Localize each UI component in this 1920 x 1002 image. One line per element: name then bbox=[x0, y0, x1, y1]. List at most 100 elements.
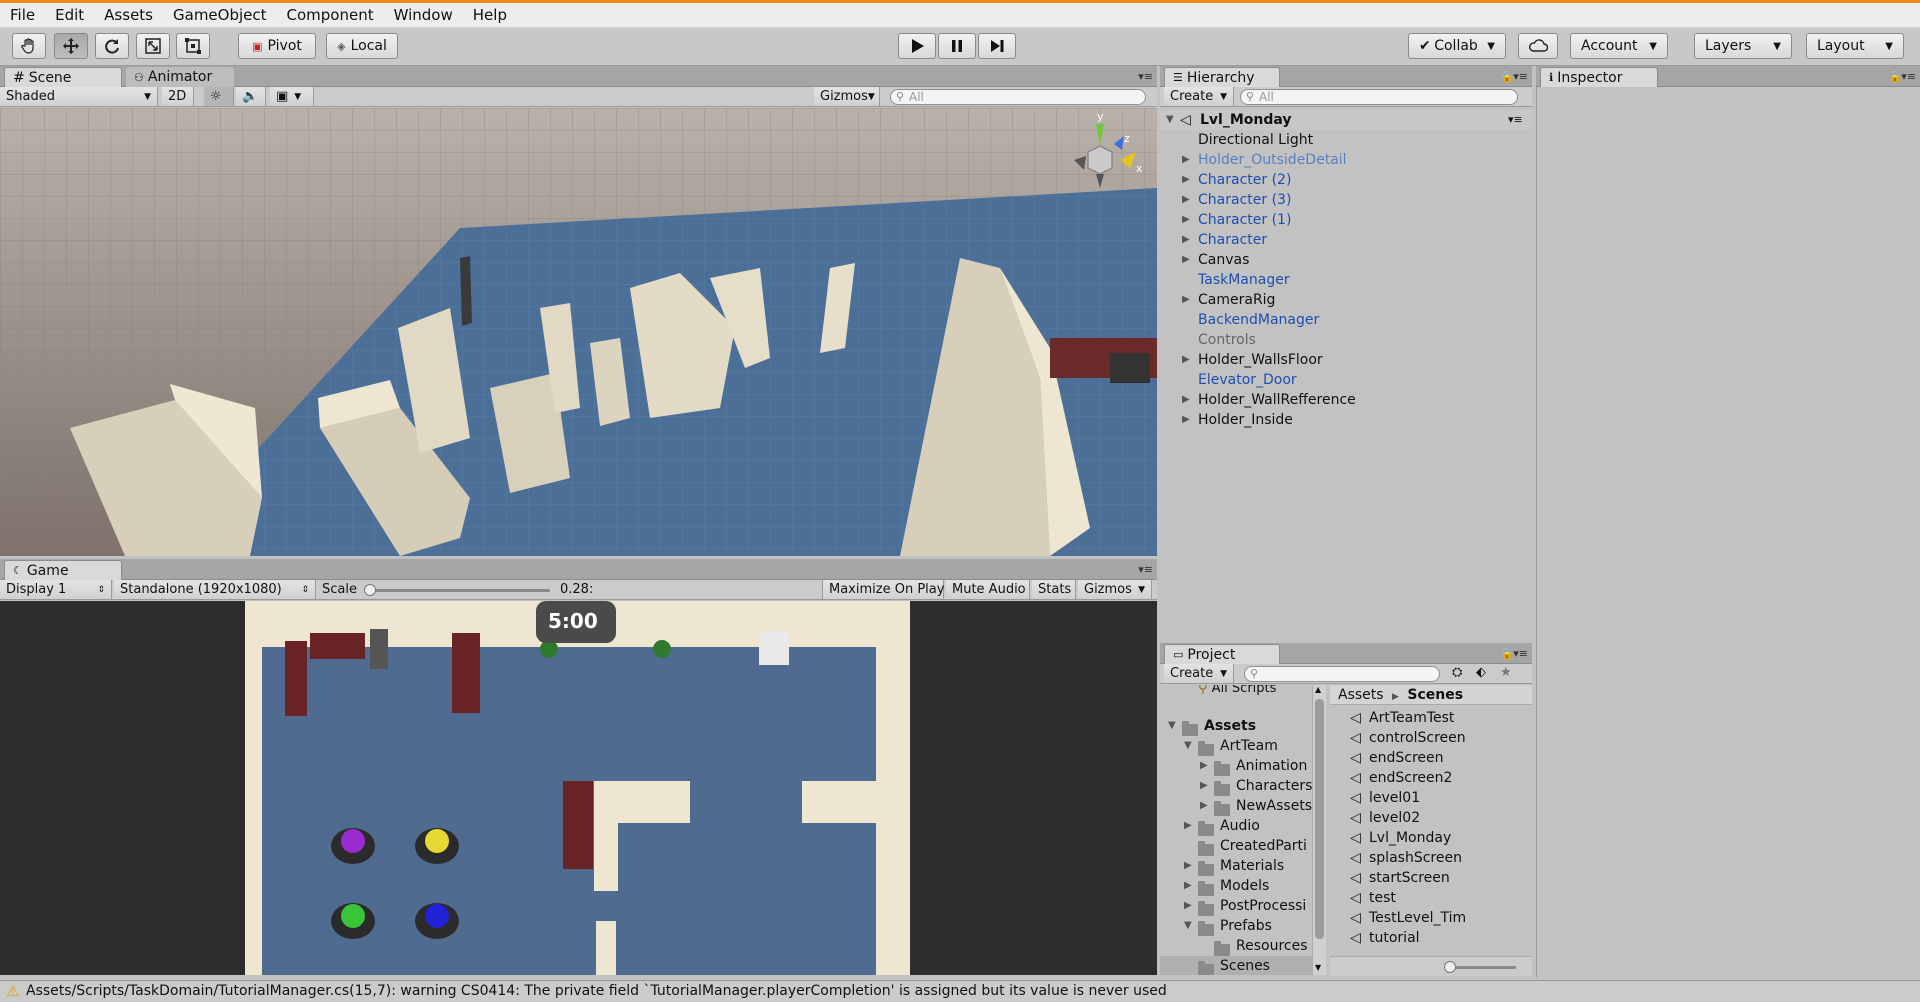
project-folder-item[interactable]: ▶ Audio bbox=[1160, 816, 1312, 836]
scale-slider[interactable] bbox=[364, 584, 550, 596]
hand-tool-button[interactable] bbox=[12, 33, 46, 59]
project-folder-item[interactable]: ▶ Materials bbox=[1160, 856, 1312, 876]
expand-arrow-icon[interactable]: ▼ bbox=[1168, 716, 1176, 736]
scene-file-item[interactable]: ◁ endScreen bbox=[1348, 748, 1443, 768]
scene-file-item[interactable]: ◁ level02 bbox=[1348, 808, 1420, 828]
stats-toggle[interactable]: Stats bbox=[1032, 580, 1076, 599]
expand-arrow-icon[interactable]: ▶ bbox=[1182, 150, 1190, 170]
hierarchy-item[interactable]: ▶ Holder_WallRefference bbox=[1160, 390, 1532, 410]
project-folder-item[interactable]: ▶ Models bbox=[1160, 876, 1312, 896]
collab-dropdown[interactable]: ✔ Collab ▼ bbox=[1408, 33, 1506, 59]
rect-tool-button[interactable] bbox=[176, 33, 210, 59]
scene-search-input[interactable]: ⚲ All bbox=[890, 89, 1146, 105]
scene-file-item[interactable]: ◁ startScreen bbox=[1348, 868, 1450, 888]
game-gizmos-dropdown[interactable]: Gizmos ▼ bbox=[1078, 580, 1152, 599]
menu-assets[interactable]: Assets bbox=[94, 3, 163, 28]
project-create-dropdown[interactable]: Create ▼ bbox=[1164, 664, 1234, 683]
project-search-input[interactable]: ⚲ bbox=[1244, 666, 1440, 682]
icon-size-slider-thumb[interactable] bbox=[1444, 961, 1456, 973]
menu-file[interactable]: File bbox=[0, 3, 45, 28]
account-dropdown[interactable]: Account ▼ bbox=[1570, 33, 1668, 59]
expand-arrow-icon[interactable]: ▶ bbox=[1182, 210, 1190, 230]
pause-button[interactable] bbox=[938, 33, 976, 59]
scene-orientation-gizmo[interactable]: y z x bbox=[1060, 110, 1150, 198]
pivot-toggle[interactable]: ▣ Pivot bbox=[238, 33, 316, 59]
layout-dropdown[interactable]: Layout ▼ bbox=[1806, 33, 1904, 59]
scene-file-item[interactable]: ◁ Lvl_Monday bbox=[1348, 828, 1451, 848]
project-folder-item[interactable]: Resources bbox=[1160, 936, 1312, 956]
hierarchy-item[interactable]: ▶ Holder_Inside bbox=[1160, 410, 1532, 430]
layers-dropdown[interactable]: Layers ▼ bbox=[1694, 33, 1792, 59]
scene-file-item[interactable]: ◁ controlScreen bbox=[1348, 728, 1466, 748]
project-tree-scrollbar[interactable]: ▲ ▼ bbox=[1312, 685, 1326, 975]
local-toggle[interactable]: ◈ Local bbox=[326, 33, 398, 59]
scene-viewport[interactable]: y z x bbox=[0, 108, 1157, 556]
scale-slider-thumb[interactable] bbox=[364, 584, 376, 596]
breadcrumb-assets[interactable]: Assets bbox=[1338, 687, 1384, 703]
expand-arrow-icon[interactable]: ▶ bbox=[1182, 290, 1190, 310]
expand-arrow-icon[interactable]: ▶ bbox=[1182, 390, 1190, 410]
project-folder-item[interactable]: ▼ ArtTeam bbox=[1160, 736, 1312, 756]
scene-menu-icon[interactable]: ▾≡ bbox=[1508, 110, 1523, 130]
expand-arrow-icon[interactable]: ▼ bbox=[1166, 110, 1174, 130]
scene-file-item[interactable]: ◁ level01 bbox=[1348, 788, 1420, 808]
breadcrumb-scenes[interactable]: Scenes bbox=[1407, 687, 1463, 703]
audio-toggle[interactable]: 🔈 bbox=[236, 87, 266, 106]
panel-menu-icon[interactable]: ▾≡ bbox=[1513, 647, 1528, 660]
display-dropdown[interactable]: Display 1 ⇕ bbox=[0, 580, 112, 599]
filter-by-type-icon[interactable]: ⛭ bbox=[1452, 665, 1462, 680]
scene-file-item[interactable]: ◁ TestLevel_Tim bbox=[1348, 908, 1466, 928]
expand-arrow-icon[interactable]: ▶ bbox=[1182, 170, 1190, 190]
tab-game[interactable]: ☾ Game bbox=[4, 560, 122, 580]
expand-arrow-icon[interactable]: ▼ bbox=[1184, 736, 1192, 756]
shading-mode-dropdown[interactable]: Shaded ▼ bbox=[0, 87, 158, 106]
tab-inspector[interactable]: ℹ Inspector bbox=[1540, 67, 1658, 87]
scroll-down-icon[interactable]: ▼ bbox=[1315, 963, 1321, 972]
resolution-dropdown[interactable]: Standalone (1920x1080) ⇕ bbox=[114, 580, 316, 599]
lock-icon[interactable]: 🔒 bbox=[1500, 647, 1514, 660]
project-folder-item[interactable]: ▶ Characters bbox=[1160, 776, 1312, 796]
scale-tool-button[interactable] bbox=[136, 33, 170, 59]
scene-file-item[interactable]: ◁ tutorial bbox=[1348, 928, 1419, 948]
favorite-star-icon[interactable]: ★ bbox=[1500, 665, 1512, 680]
game-viewport[interactable]: 5:00 bbox=[0, 601, 1157, 975]
expand-arrow-icon[interactable]: ▶ bbox=[1184, 896, 1192, 916]
hierarchy-item[interactable]: ▶ Character bbox=[1160, 230, 1532, 250]
project-folder-item[interactable]: ▼ Prefabs bbox=[1160, 916, 1312, 936]
menu-gameobject[interactable]: GameObject bbox=[163, 3, 277, 28]
mute-audio-toggle[interactable]: Mute Audio bbox=[946, 580, 1030, 599]
menu-edit[interactable]: Edit bbox=[45, 3, 94, 28]
panel-menu-icon[interactable]: ▾≡ bbox=[1901, 70, 1916, 83]
rotate-tool-button[interactable] bbox=[95, 33, 129, 59]
icon-size-slider[interactable] bbox=[1444, 961, 1516, 973]
expand-arrow-icon[interactable]: ▶ bbox=[1200, 776, 1208, 796]
panel-menu-icon[interactable]: ▾≡ bbox=[1138, 70, 1153, 83]
expand-arrow-icon[interactable]: ▶ bbox=[1184, 876, 1192, 896]
hierarchy-item[interactable]: Elevator_Door bbox=[1160, 370, 1532, 390]
project-folder-item[interactable]: ▶ Animation bbox=[1160, 756, 1312, 776]
scene-gizmos-dropdown[interactable]: Gizmos ▼ bbox=[814, 87, 880, 106]
scroll-up-icon[interactable]: ▲ bbox=[1315, 685, 1321, 694]
hierarchy-item[interactable]: ▶ Character (3) bbox=[1160, 190, 1532, 210]
hierarchy-item[interactable]: ▶ Holder_WallsFloor bbox=[1160, 350, 1532, 370]
maximize-on-play-toggle[interactable]: Maximize On Play bbox=[822, 580, 944, 599]
hierarchy-item[interactable]: Controls bbox=[1160, 330, 1532, 350]
tab-project[interactable]: ▭ Project bbox=[1164, 644, 1280, 664]
project-folder-item[interactable]: ▶ NewAssets bbox=[1160, 796, 1312, 816]
expand-arrow-icon[interactable]: ▶ bbox=[1182, 350, 1190, 370]
hierarchy-item[interactable]: ▶ Holder_OutsideDetail bbox=[1160, 150, 1532, 170]
hierarchy-item[interactable]: BackendManager bbox=[1160, 310, 1532, 330]
expand-arrow-icon[interactable]: ▶ bbox=[1184, 856, 1192, 876]
menu-window[interactable]: Window bbox=[384, 3, 463, 28]
expand-arrow-icon[interactable]: ▶ bbox=[1184, 816, 1192, 836]
hierarchy-item[interactable]: ▶ Character (1) bbox=[1160, 210, 1532, 230]
cloud-button[interactable] bbox=[1518, 33, 1558, 59]
step-button[interactable] bbox=[978, 33, 1016, 59]
scrollbar-thumb[interactable] bbox=[1315, 699, 1324, 939]
hierarchy-item[interactable]: TaskManager bbox=[1160, 270, 1532, 290]
scene-file-item[interactable]: ◁ splashScreen bbox=[1348, 848, 1462, 868]
scene-file-item[interactable]: ◁ test bbox=[1348, 888, 1396, 908]
hierarchy-create-dropdown[interactable]: Create ▼ bbox=[1164, 87, 1234, 106]
filter-by-label-icon[interactable]: ⬖ bbox=[1476, 665, 1486, 680]
lock-icon[interactable]: 🔒 bbox=[1500, 70, 1514, 83]
